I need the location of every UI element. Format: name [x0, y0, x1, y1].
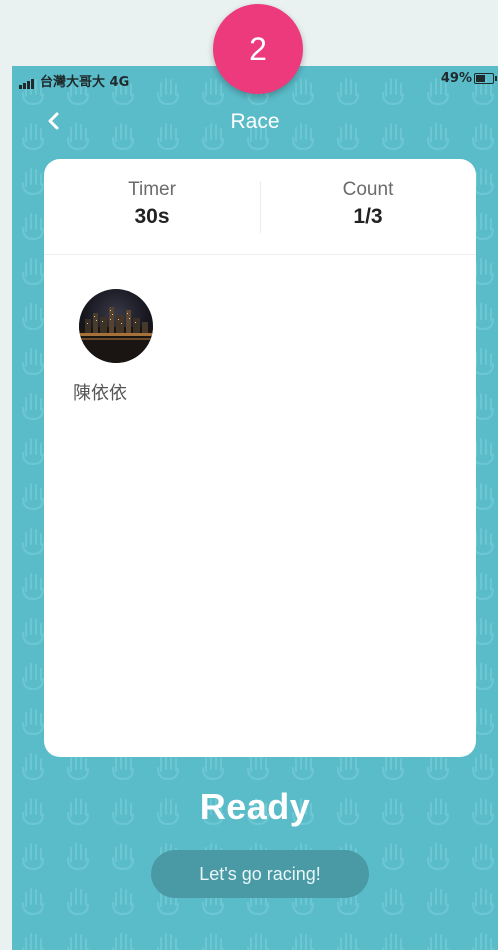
count-value: 1/3 [353, 205, 383, 228]
player-name: 陳依依 [73, 383, 127, 404]
battery-percent: 49% [440, 71, 472, 86]
signal-icon [19, 74, 35, 89]
city-night-photo [79, 307, 153, 363]
timer-label: Timer [128, 179, 176, 200]
avatar [79, 289, 153, 363]
carrier-label: 台灣大哥大 4G [40, 75, 130, 90]
player-item[interactable]: 陳依依 [73, 289, 153, 405]
card-divider [44, 254, 476, 255]
battery-icon [474, 73, 497, 84]
race-card: Timer 30s Count 1/3 陳依依 [44, 159, 476, 757]
race-status-text: Ready [199, 786, 311, 827]
count-stat: Count 1/3 [260, 179, 476, 229]
tutorial-step-badge: 2 [213, 4, 303, 94]
timer-value: 30s [134, 205, 170, 228]
timer-stat: Timer 30s [44, 179, 260, 229]
page-title: Race [230, 110, 280, 133]
app-screen: 台灣大哥大 4G 49% Race Timer 30s Count 1/3 陳依… [12, 66, 498, 950]
count-label: Count [342, 179, 394, 200]
start-race-button[interactable]: Let's go racing! [151, 850, 369, 898]
